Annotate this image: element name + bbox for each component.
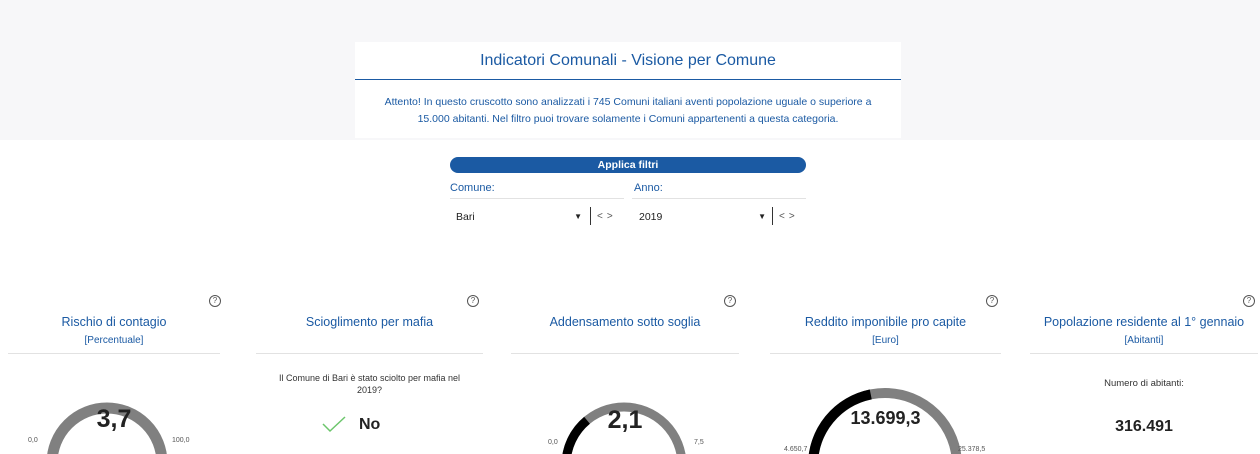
kpi-reddito: ? Reddito imponibile pro capite [Euro] 1… [770, 295, 1001, 454]
comune-next-button[interactable]: > [607, 211, 613, 222]
population-label: Numero di abitanti: [1104, 378, 1184, 389]
kpi-scioglimento-mafia: ? Scioglimento per mafia Il Comune di Ba… [256, 295, 483, 454]
mafia-answer: No [359, 416, 381, 433]
anno-select[interactable]: 2019 ▼ [639, 206, 766, 228]
title-divider [355, 79, 901, 80]
notice-line-2: 15.000 abitanti. Nel filtro puoi trovare… [417, 113, 839, 125]
nav-separator [772, 207, 773, 226]
title-card: Indicatori Comunali - Visione per Comune… [355, 42, 901, 138]
gauge-value: 13.699,3 [850, 408, 921, 428]
kpi-divider [1030, 353, 1258, 354]
kpi-rischio-contagio: ? Rischio di contagio [Percentuale] 3,7 … [8, 295, 221, 454]
anno-next-button[interactable]: > [789, 211, 795, 222]
gauge-value: 3,7 [96, 405, 132, 433]
nav-separator [590, 207, 591, 226]
kpi-title: Scioglimento per mafia [305, 315, 434, 329]
anno-label: Anno: [634, 182, 663, 194]
population-value: 316.491 [1115, 418, 1173, 435]
comune-prev-button[interactable]: < [597, 211, 603, 222]
notice-line-1: Attento! In questo cruscotto sono analiz… [384, 96, 872, 108]
kpi-divider [256, 353, 483, 354]
anno-divider [632, 198, 806, 199]
apply-filters-button[interactable]: Applica filtri [450, 157, 806, 173]
mafia-question: Il Comune di Bari è stato sciolto per ma… [256, 372, 483, 396]
page-title: Indicatori Comunali - Visione per Comune [480, 52, 776, 69]
comune-label: Comune: [450, 182, 495, 194]
gauge-max-label: 25.378,5 [958, 446, 986, 453]
gauge-max-label: 7,5 [694, 439, 704, 446]
anno-select-value: 2019 [639, 211, 663, 223]
comune-divider [450, 198, 624, 199]
gauge-min-label: 0,0 [28, 437, 38, 444]
notice-text: Attento! In questo cruscotto sono analiz… [355, 94, 901, 128]
gauge-reddito [808, 388, 962, 454]
kpi-title: Popolazione residente al 1° gennaio [1043, 315, 1245, 329]
mafia-question-line-1: Il Comune di Bari è stato sciolto per ma… [278, 373, 461, 383]
anno-nav: < > [772, 206, 799, 228]
mafia-question-line-2: 2019? [356, 385, 383, 395]
kpi-unit: [Abitanti] [1124, 335, 1164, 346]
check-icon [322, 416, 346, 433]
kpi-popolazione: ? Popolazione residente al 1° gennaio [A… [1030, 295, 1258, 454]
gauge-value: 2,1 [607, 406, 643, 434]
gauge-min-label: 4.650,7 [784, 446, 808, 453]
anno-prev-button[interactable]: < [779, 211, 785, 222]
gauge-min-label: 0,0 [548, 439, 558, 446]
comune-select[interactable]: Bari ▼ [456, 206, 582, 228]
comune-select-value: Bari [456, 211, 475, 223]
comune-nav: < > [590, 206, 617, 228]
kpi-addensamento: ? Addensamento sotto soglia 2,1 0,0 7,5 [511, 295, 739, 454]
chevron-down-icon: ▼ [758, 212, 766, 221]
gauge-max-label: 100,0 [172, 437, 190, 444]
chevron-down-icon: ▼ [574, 212, 582, 221]
help-icon[interactable]: ? [1243, 295, 1255, 307]
help-icon[interactable]: ? [467, 295, 479, 307]
